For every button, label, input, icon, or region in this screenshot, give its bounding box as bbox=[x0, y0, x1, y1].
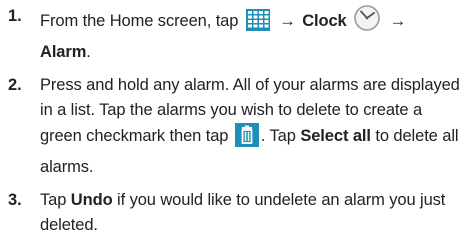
step-text: Tap bbox=[40, 191, 67, 209]
arrow-glyph: → bbox=[279, 12, 296, 30]
trash-icon bbox=[234, 123, 259, 155]
step-2: 2. Press and hold any alarm. All of your… bbox=[6, 73, 462, 180]
step-1: 1. From the Home screen, tap → Clock → A… bbox=[6, 4, 462, 65]
steps-list: 1. From the Home screen, tap → Clock → A… bbox=[6, 4, 462, 238]
step-number: 2. bbox=[8, 76, 22, 94]
step-text: . bbox=[86, 43, 91, 61]
step-number: 1. bbox=[8, 7, 22, 25]
arrow-glyph: → bbox=[389, 12, 407, 30]
step-number: 3. bbox=[8, 191, 22, 209]
undo-label: Undo bbox=[70, 191, 113, 209]
select-all-label: Select all bbox=[300, 127, 371, 145]
clock-label: Clock bbox=[302, 12, 347, 30]
step-text: . Tap bbox=[260, 127, 296, 145]
step-text: From the Home screen, tap bbox=[40, 12, 239, 30]
step-3: 3. Tap Undo if you would like to undelet… bbox=[6, 188, 462, 238]
apps-grid-icon bbox=[245, 8, 271, 40]
clock-icon bbox=[353, 4, 381, 40]
alarm-label: Alarm bbox=[40, 43, 87, 61]
instructions-page: 1. From the Home screen, tap → Clock → A… bbox=[0, 0, 472, 240]
